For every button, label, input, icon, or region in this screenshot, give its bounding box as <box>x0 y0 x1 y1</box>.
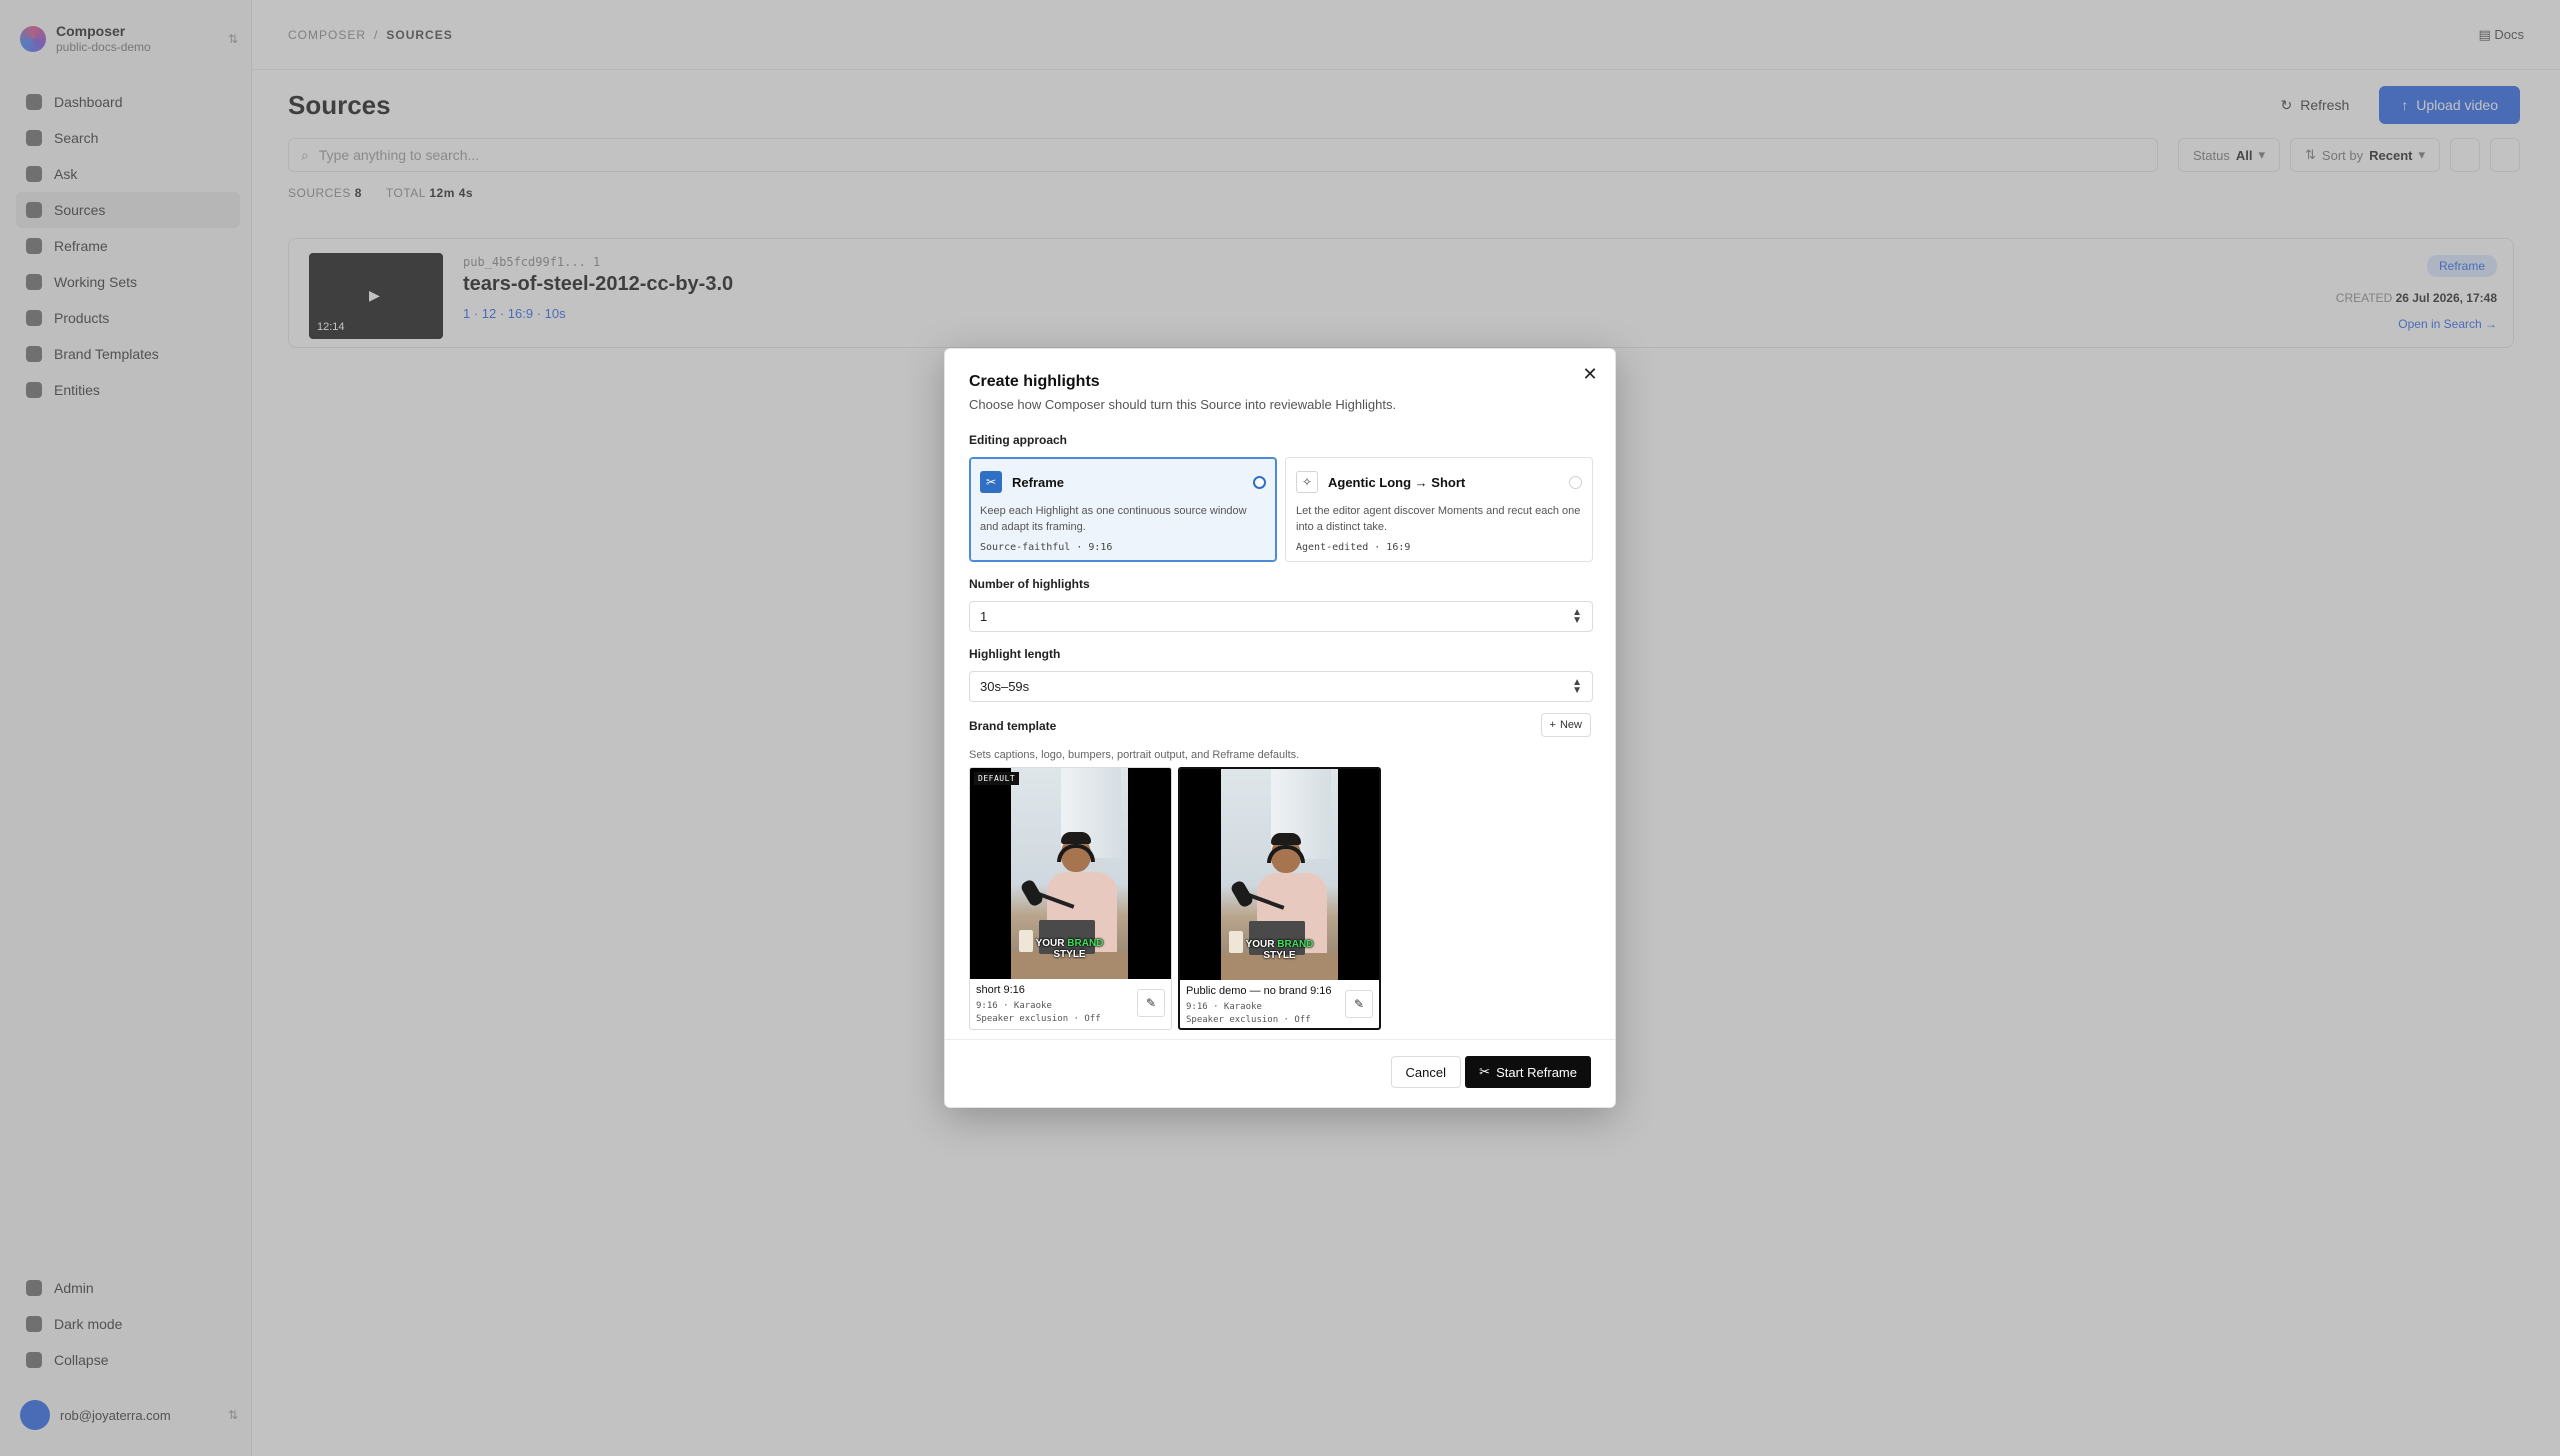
pencil-icon: ✎ <box>1145 996 1157 1010</box>
caption-word: STYLE <box>1263 950 1296 961</box>
approach-description: Keep each Highlight as one continuous so… <box>980 505 1247 533</box>
caption-word: STYLE <box>1053 949 1086 960</box>
edit-template-button[interactable]: ✎ <box>1345 990 1373 1018</box>
template-preview: YOUR BRAND STYLE <box>1180 769 1379 980</box>
cancel-button[interactable]: Cancel <box>1390 1056 1461 1088</box>
caption-word: YOUR <box>1245 939 1275 950</box>
start-reframe-label: Start Reframe <box>1496 1064 1577 1080</box>
new-template-label: New <box>1559 719 1582 731</box>
approach-tag: Source-faithful · 9:16 <box>980 541 1113 553</box>
edit-template-button[interactable]: ✎ <box>1137 989 1165 1017</box>
create-highlights-dialog: ✕ Create highlights Choose how Composer … <box>944 348 1616 1108</box>
template-card-short[interactable]: YOUR BRAND STYLE DEFAULT short 9:16 9:16 … <box>969 767 1172 1030</box>
scissors-icon: ✂ <box>1479 1064 1491 1079</box>
template-meta-format: 9:16 · Karaoke <box>1186 1002 1262 1012</box>
chevron-updown-icon: ▲ ▼ <box>1572 606 1582 626</box>
caption-preview: YOUR BRAND STYLE <box>1221 939 1338 961</box>
pencil-icon: ✎ <box>1353 997 1365 1011</box>
plus-icon: + <box>1549 719 1556 731</box>
chevron-updown-icon: ▲ ▼ <box>1572 676 1582 696</box>
start-reframe-button[interactable]: ✂ Start Reframe <box>1465 1056 1591 1088</box>
approach-description: Let the editor agent discover Moments an… <box>1296 505 1581 533</box>
approach-option-reframe[interactable]: ✂ Reframe Keep each Highlight as one con… <box>969 457 1277 562</box>
caption-preview: YOUR BRAND STYLE <box>1011 938 1128 960</box>
close-icon: ✕ <box>1582 363 1598 384</box>
brand-template-help: Sets captions, logo, bumpers, portrait o… <box>969 749 1300 761</box>
template-meta-speaker: Speaker exclusion · Off <box>1186 1014 1311 1025</box>
highlight-count-value: 1 <box>980 609 988 624</box>
approach-tag: Agent-edited · 16:9 <box>1296 541 1411 553</box>
new-template-button[interactable]: + New <box>1540 713 1591 737</box>
highlight-length-select[interactable]: 30s–59s ▲ ▼ <box>969 671 1593 702</box>
dialog-footer: Cancel ✂ Start Reframe <box>945 1039 1615 1107</box>
template-card-public-demo[interactable]: YOUR BRAND STYLE Public demo — no brand 9… <box>1178 767 1381 1030</box>
template-meta-speaker: Speaker exclusion · Off <box>976 1013 1101 1024</box>
template-preview-frame: YOUR BRAND STYLE <box>1221 769 1338 980</box>
caption-word-highlight: BRAND <box>1277 939 1314 950</box>
template-preview-frame: YOUR BRAND STYLE <box>1011 768 1128 979</box>
highlight-count-select[interactable]: 1 ▲ ▼ <box>969 601 1593 632</box>
default-badge: DEFAULT <box>974 772 1020 785</box>
template-meta-format: 9:16 · Karaoke <box>976 1001 1052 1011</box>
sparkle-icon: ✧ <box>1296 471 1318 493</box>
caption-word-highlight: BRAND <box>1067 938 1104 949</box>
dialog-subtitle: Choose how Composer should turn this Sou… <box>969 397 1397 412</box>
editing-approach-label: Editing approach <box>969 433 1068 447</box>
approach-radio-reframe[interactable] <box>1253 475 1266 489</box>
highlight-length-value: 30s–59s <box>980 679 1030 694</box>
approach-title: Reframe <box>1012 474 1065 490</box>
template-preview: YOUR BRAND STYLE DEFAULT <box>970 768 1171 979</box>
caption-word: YOUR <box>1035 938 1065 949</box>
highlight-length-label: Highlight length <box>969 647 1061 661</box>
approach-radio-agentic[interactable] <box>1569 475 1582 489</box>
approach-option-agentic[interactable]: ✧ Agentic Long → Short Let the editor ag… <box>1285 457 1593 562</box>
highlight-count-label: Number of highlights <box>969 577 1090 591</box>
scissors-icon: ✂ <box>980 471 1002 493</box>
dialog-title: Create highlights <box>969 373 1100 390</box>
approach-title: Agentic Long → Short <box>1328 474 1466 490</box>
close-button[interactable]: ✕ <box>1579 363 1601 385</box>
brand-template-label: Brand template <box>969 719 1057 733</box>
